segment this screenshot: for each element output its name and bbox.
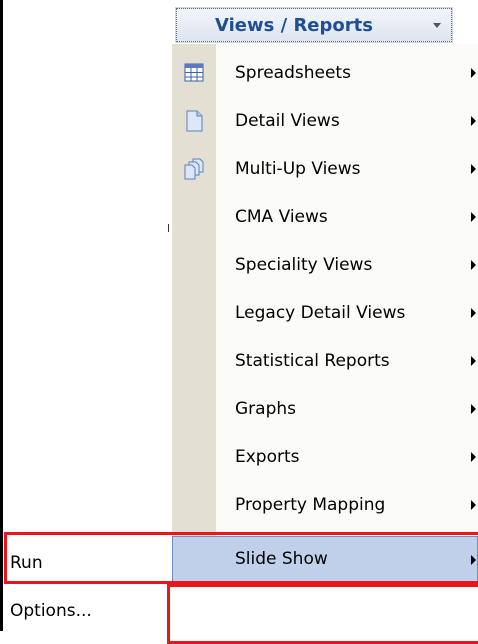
- menu-item-label: Detail Views: [235, 111, 340, 131]
- submenu-arrow-icon: [471, 164, 476, 174]
- menu-item-speciality-views[interactable]: Speciality Views: [172, 242, 478, 290]
- menu-item-property-mapping[interactable]: Property Mapping: [172, 482, 478, 530]
- submenu-arrow-icon: [471, 116, 476, 126]
- menu-item-label: Speciality Views: [235, 255, 373, 275]
- submenu-arrow-icon: [471, 404, 476, 414]
- submenu-arrow-icon: [471, 452, 476, 462]
- menu-item-label: Legacy Detail Views: [235, 303, 406, 323]
- submenu-arrow-icon: [471, 356, 476, 366]
- menu-item-label: Spreadsheets: [235, 63, 351, 83]
- menu-item-statistical-reports[interactable]: Statistical Reports: [172, 338, 478, 386]
- menu-item-graphs[interactable]: Graphs: [172, 386, 478, 434]
- menu-item-label: Multi-Up Views: [235, 159, 361, 179]
- multiple-documents-icon: [184, 158, 204, 180]
- views-reports-dropdown-button[interactable]: Views / Reports: [175, 7, 453, 43]
- submenu-item-options[interactable]: Options...: [10, 601, 92, 621]
- document-icon: [186, 110, 203, 132]
- divider-tick: [168, 224, 169, 232]
- menu-item-label: Statistical Reports: [235, 351, 390, 371]
- spreadsheet-grid-icon: [184, 63, 204, 82]
- menu-item-label: Property Mapping: [235, 495, 386, 515]
- highlight-box-slide-show: [4, 532, 478, 584]
- menu-item-label: CMA Views: [235, 207, 328, 227]
- views-reports-title: Views / Reports: [215, 15, 373, 36]
- menu-item-multi-up-views[interactable]: Multi-Up Views: [172, 146, 478, 194]
- submenu-arrow-icon: [471, 212, 476, 222]
- menu-item-label: Exports: [235, 447, 300, 467]
- window-left-border: [0, 0, 3, 631]
- submenu-item-run[interactable]: Run: [10, 553, 43, 573]
- menu-item-detail-views[interactable]: Detail Views: [172, 98, 478, 146]
- submenu-arrow-icon: [471, 260, 476, 270]
- views-reports-menu: Spreadsheets Detail Views Multi-Up Views…: [172, 44, 478, 586]
- menu-item-exports[interactable]: Exports: [172, 434, 478, 482]
- chevron-down-icon: [433, 23, 441, 28]
- menu-item-cma-views[interactable]: CMA Views: [172, 194, 478, 242]
- menu-item-spreadsheets[interactable]: Spreadsheets: [172, 50, 478, 98]
- submenu-arrow-icon: [471, 68, 476, 78]
- submenu-arrow-icon: [471, 308, 476, 318]
- menu-item-legacy-detail-views[interactable]: Legacy Detail Views: [172, 290, 478, 338]
- submenu-arrow-icon: [471, 500, 476, 510]
- menu-item-label: Graphs: [235, 399, 297, 419]
- highlight-box-submenu: [167, 584, 478, 644]
